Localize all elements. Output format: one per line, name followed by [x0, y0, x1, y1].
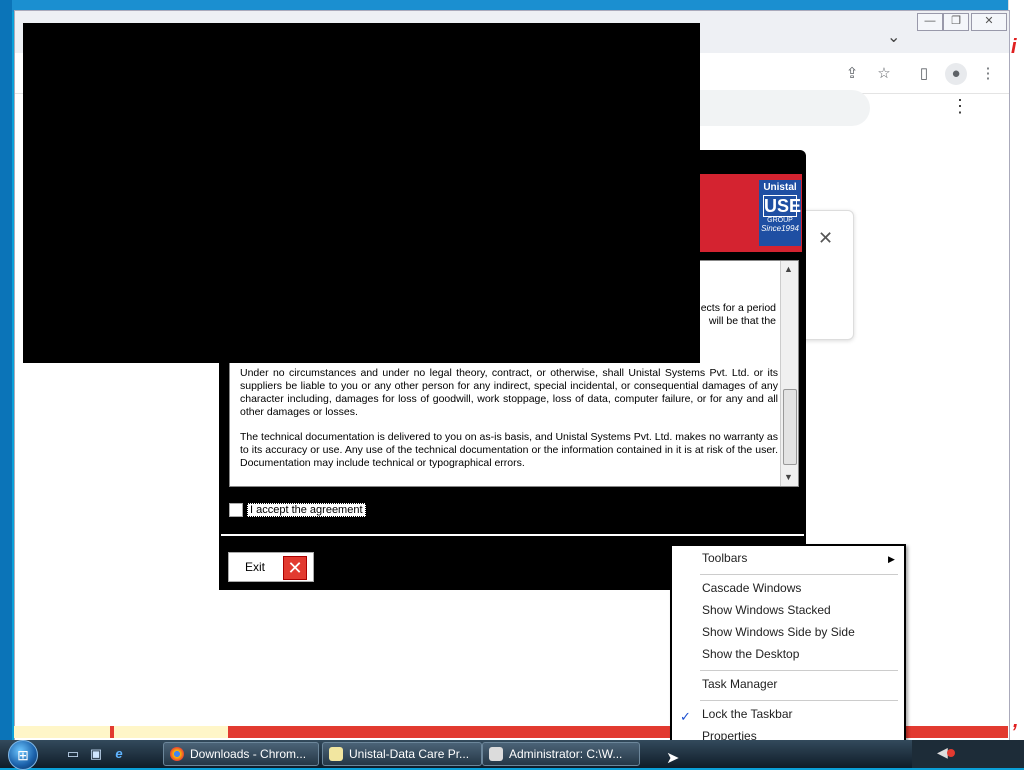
desktop-right-strip: i ,: [1008, 0, 1024, 740]
checkmark-icon: ✓: [680, 709, 691, 724]
taskbar-button-cmd[interactable]: Administrator: C:\W...: [482, 742, 640, 766]
chrome-icon: [170, 747, 184, 761]
mute-indicator: [947, 749, 955, 757]
exit-button-label: Exit: [245, 560, 266, 574]
logo-line2: USE: [763, 195, 802, 217]
system-tray: ◀: [912, 740, 1024, 768]
taskbar-button-chrome[interactable]: Downloads - Chrom...: [163, 742, 319, 766]
windows-logo-icon: ⊞: [8, 740, 38, 770]
command-prompt-icon: [489, 747, 503, 761]
logo-line1: Unistal: [763, 182, 797, 193]
scroll-up-arrow-icon[interactable]: ▲: [784, 264, 793, 274]
taskbar-button-label: Administrator: C:\W...: [509, 747, 623, 761]
desktop-red-mark-2: ,: [1013, 710, 1019, 732]
tab-search-dropdown-icon[interactable]: ⌄: [887, 27, 900, 47]
bookmark-star-icon[interactable]: ☆: [873, 63, 895, 85]
taskbar-button-label: Downloads - Chrom...: [190, 747, 307, 761]
scroll-down-arrow-icon[interactable]: ▼: [784, 472, 793, 482]
page-menu-kebab-icon[interactable]: ⋮: [950, 96, 970, 117]
menu-item-cascade-windows[interactable]: Cascade Windows: [702, 581, 801, 595]
license-paragraph-liability: Under no circumstances and under no lega…: [240, 367, 778, 418]
license-scrollbar[interactable]: ▲ ▼: [780, 261, 798, 486]
menu-item-task-manager[interactable]: Task Manager: [702, 677, 777, 691]
share-icon[interactable]: ⇪: [841, 63, 863, 85]
desktop-left-strip: [0, 0, 12, 740]
accept-agreement-checkbox[interactable]: [229, 502, 243, 517]
menu-separator: [700, 574, 898, 575]
menu-item-toolbars[interactable]: Toolbars: [702, 551, 747, 565]
profile-avatar-icon[interactable]: ●: [945, 63, 967, 85]
menu-separator: [700, 700, 898, 701]
taskbar-context-menu: Toolbars ▶ Cascade Windows Show Windows …: [670, 544, 906, 750]
popup-close-icon[interactable]: ✕: [818, 228, 833, 249]
chrome-menu-kebab-icon[interactable]: ⋮: [977, 63, 999, 85]
blacked-out-window: [23, 23, 700, 363]
internet-explorer-icon[interactable]: e: [110, 746, 128, 762]
submenu-arrow-icon: ▶: [888, 554, 895, 564]
switch-windows-icon[interactable]: ▣: [87, 746, 105, 762]
logo-line3: GROUP: [767, 217, 793, 224]
taskbar-button-label: Unistal-Data Care Pr...: [349, 747, 470, 761]
minimize-button[interactable]: —: [917, 13, 943, 31]
start-button[interactable]: ⊞: [8, 740, 48, 770]
restore-button[interactable]: ❐: [943, 13, 969, 31]
exit-x-icon: ✕: [283, 556, 307, 580]
menu-item-show-desktop[interactable]: Show the Desktop: [702, 647, 799, 661]
unistal-logo: Unistal USE GROUP Since1994: [759, 180, 801, 246]
logo-line4: Since1994: [761, 224, 799, 233]
taskbar-button-unistal[interactable]: Unistal-Data Care Pr...: [322, 742, 482, 766]
mouse-cursor-icon: ➤: [666, 750, 680, 767]
exit-button[interactable]: Exit ✕: [228, 552, 314, 582]
side-panel-icon[interactable]: ▯: [913, 63, 935, 85]
desktop-red-mark: i: [1011, 36, 1017, 58]
menu-item-show-windows-stacked[interactable]: Show Windows Stacked: [702, 603, 831, 617]
show-desktop-icon[interactable]: ▭: [64, 746, 82, 762]
menu-item-side-by-side[interactable]: Show Windows Side by Side: [702, 625, 855, 639]
menu-item-lock-taskbar[interactable]: Lock the Taskbar: [702, 707, 793, 721]
close-button[interactable]: ✕: [971, 13, 1007, 31]
dialog-divider: [221, 534, 804, 536]
scroll-thumb[interactable]: [783, 389, 797, 465]
license-paragraph-documentation: The technical documentation is delivered…: [240, 431, 778, 469]
accept-agreement-row[interactable]: I accept the agreement: [229, 502, 366, 517]
taskbar: ⊞ ▭ ▣ e Downloads - Chrom... Unistal-Dat…: [0, 740, 1024, 770]
installer-icon: [329, 747, 343, 761]
accept-agreement-label[interactable]: I accept the agreement: [247, 502, 366, 517]
menu-separator: [700, 670, 898, 671]
